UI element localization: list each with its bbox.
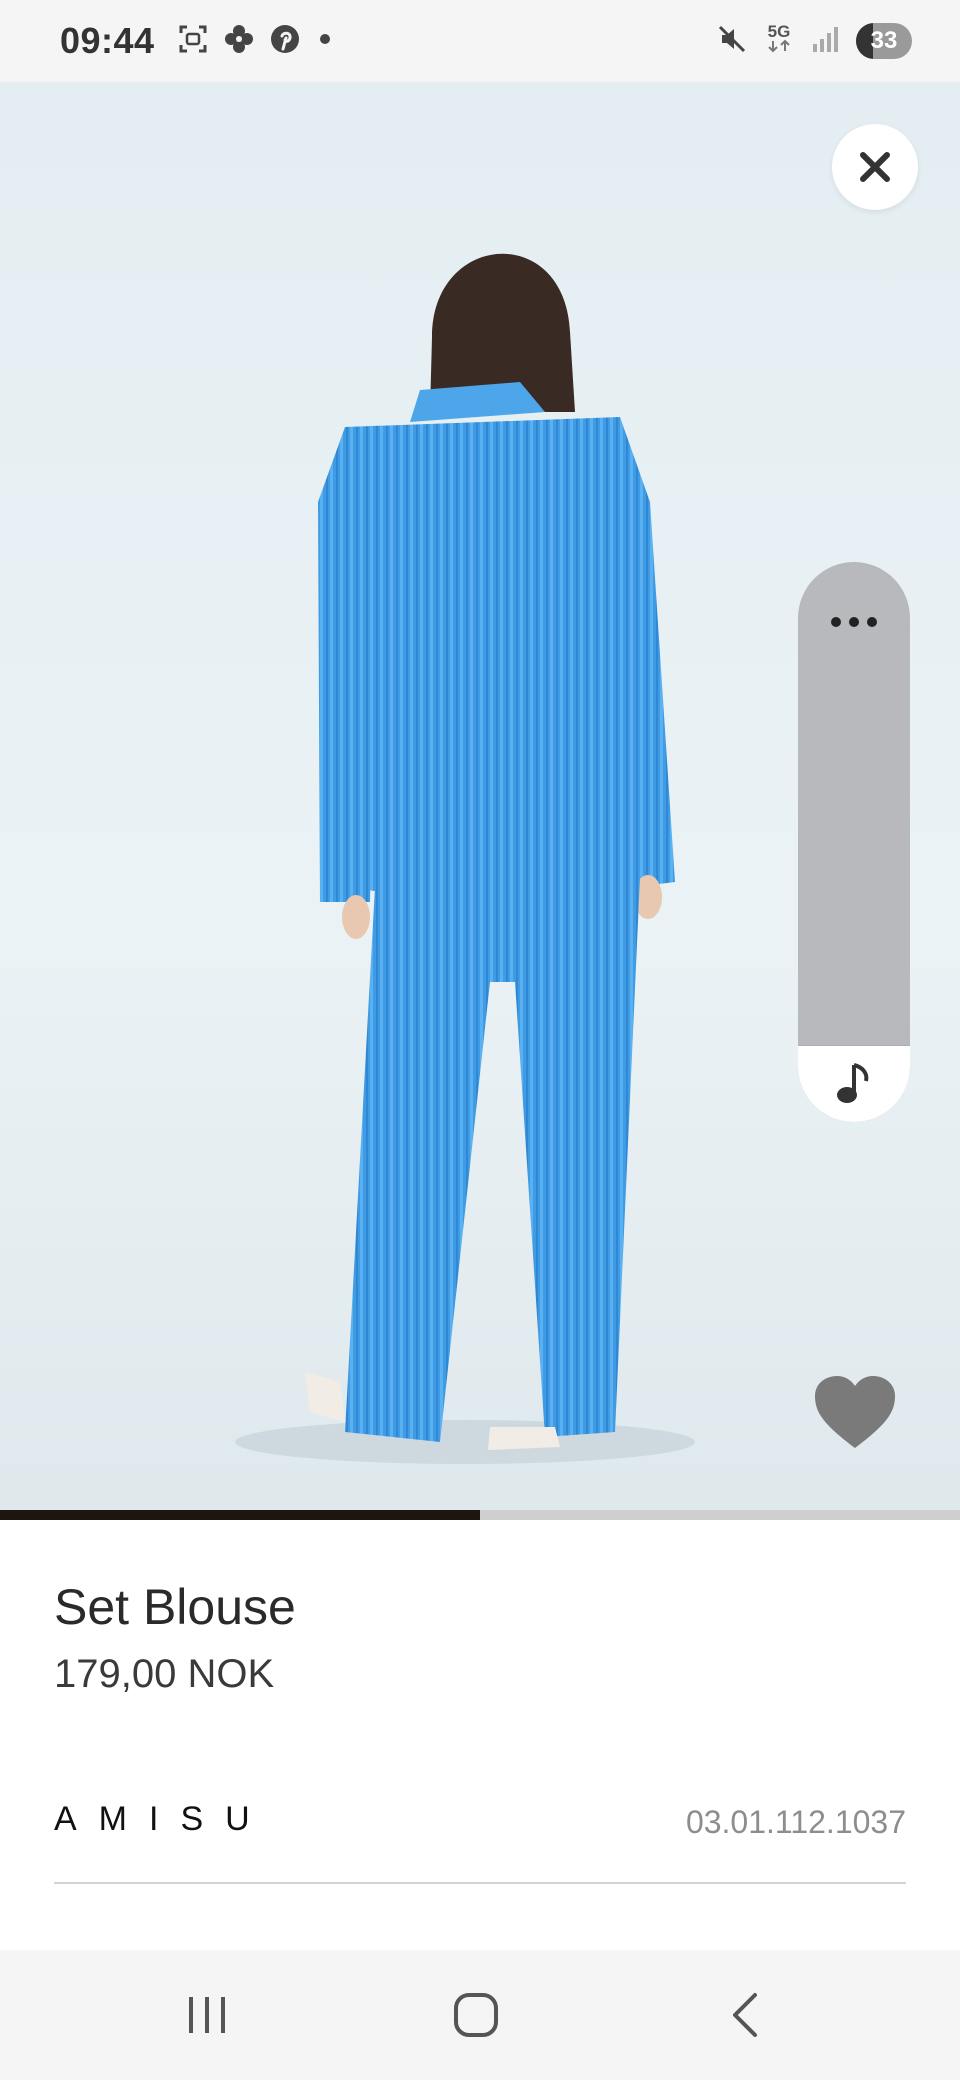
mute-icon xyxy=(716,23,748,60)
notification-icons xyxy=(177,23,335,60)
navigation-bar xyxy=(0,1950,960,2080)
close-icon xyxy=(860,152,890,182)
more-icon xyxy=(831,617,877,627)
brand-logo[interactable]: AMISU xyxy=(54,1800,272,1839)
recents-icon xyxy=(189,1997,225,2033)
pinterest-icon xyxy=(269,23,301,60)
flower-icon xyxy=(223,23,255,60)
network-label: 5G xyxy=(767,21,791,41)
back-icon xyxy=(733,1993,757,2037)
divider xyxy=(54,1882,906,1884)
product-code: 03.01.112.1037 xyxy=(685,1804,906,1840)
product-image[interactable] xyxy=(0,82,960,1512)
favorite-button[interactable] xyxy=(812,1372,898,1452)
battery-icon: 33 xyxy=(856,23,912,59)
image-progress-track xyxy=(0,1510,960,1520)
more-button[interactable] xyxy=(798,582,910,662)
battery-level: 33 xyxy=(870,27,898,54)
close-button[interactable] xyxy=(832,124,918,210)
side-action-panel xyxy=(798,562,910,1122)
home-icon xyxy=(454,1993,498,2037)
status-bar: 09:44 5G 33 xyxy=(0,0,960,82)
system-icons: 5G 33 xyxy=(716,23,912,60)
product-price: 179,00 NOK xyxy=(54,1652,275,1696)
image-progress-fill xyxy=(0,1510,480,1520)
home-button[interactable] xyxy=(421,1980,531,2050)
status-time: 09:44 xyxy=(60,20,155,61)
signal-icon xyxy=(810,24,840,59)
back-button[interactable] xyxy=(690,1980,800,2050)
5g-icon: 5G xyxy=(764,21,794,58)
recents-button[interactable] xyxy=(152,1980,262,2050)
heart-icon xyxy=(815,1376,895,1448)
product-name: Set Blouse xyxy=(54,1579,296,1635)
dot-icon xyxy=(315,29,335,54)
music-note-icon xyxy=(837,1063,869,1103)
screenshot-icon xyxy=(177,23,209,60)
